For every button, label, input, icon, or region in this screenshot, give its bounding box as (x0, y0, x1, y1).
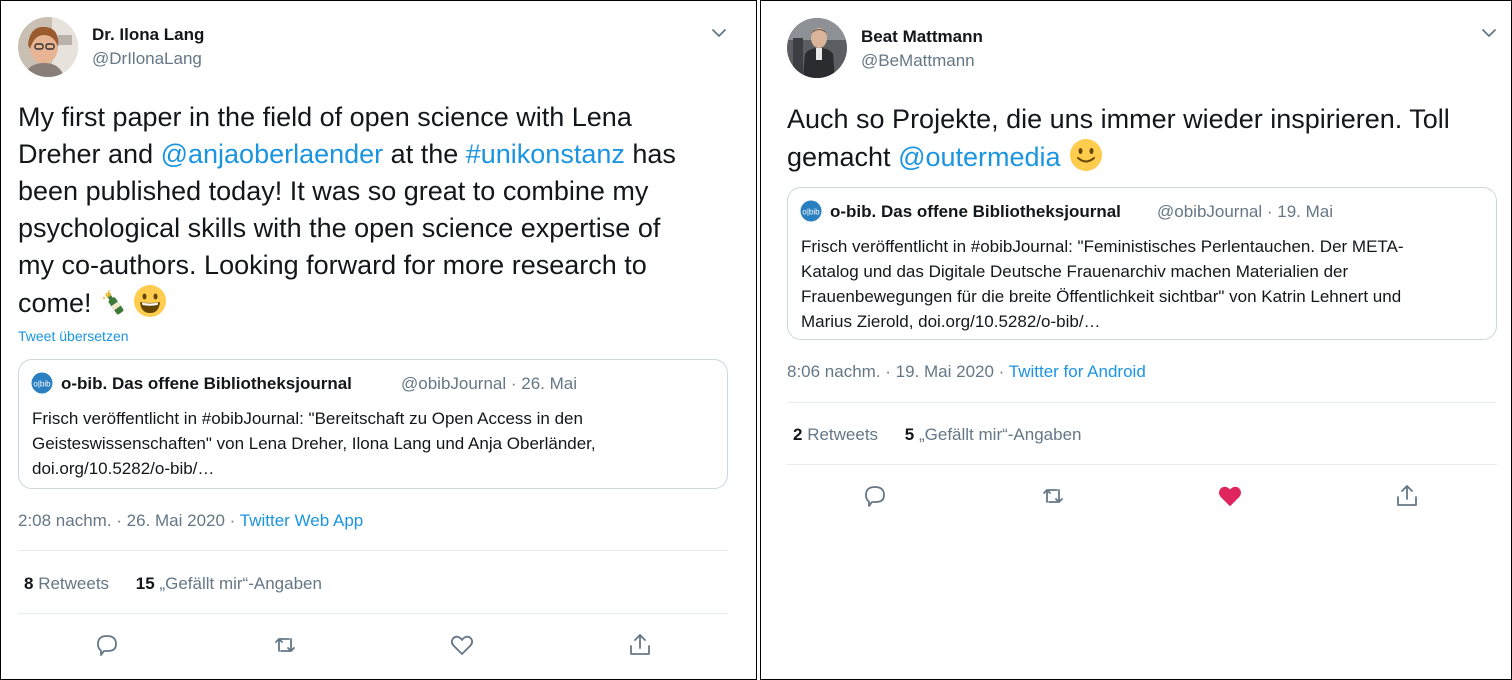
author-name[interactable]: Beat Mattmann (861, 27, 983, 47)
text-fragment: gemacht (787, 142, 899, 172)
timestamp-text[interactable]: 8:06 nachm. · 19. Mai 2020 · (787, 362, 1009, 381)
retweet-icon[interactable] (1039, 482, 1067, 510)
quoted-text-line: Frisch veröffentlicht in #obibJournal: "… (32, 409, 583, 428)
author-handle[interactable]: @DrIlonaLang (92, 49, 202, 69)
chevron-down-icon[interactable] (1478, 22, 1500, 44)
grinning-face-emoji-icon (133, 284, 167, 328)
likes-stat[interactable]: 5 „Gefällt mir“-Angaben (905, 425, 1082, 444)
text-fragment: has (624, 139, 676, 169)
chevron-down-icon[interactable] (708, 22, 730, 44)
quoted-author-meta: @obibJournal · 19. Mai (1157, 202, 1334, 221)
translate-tweet-link[interactable]: Tweet übersetzen (18, 328, 129, 344)
text-fragment: at the (383, 139, 466, 169)
tweet-timestamp: 2:08 nachm. · 26. Mai 2020 · Twitter Web… (18, 511, 363, 531)
engagement-stats: 2 Retweets 5 „Gefällt mir“-Angaben (793, 425, 1082, 445)
quoted-tweet-text: Frisch veröffentlicht in #obibJournal: "… (801, 234, 1491, 334)
reply-icon[interactable] (93, 631, 121, 659)
likes-count: 15 (135, 574, 155, 593)
mention-link[interactable]: @outermedia (898, 142, 1061, 172)
svg-text:o|bib: o|bib (802, 208, 820, 217)
retweets-label: Retweets (802, 425, 879, 444)
retweets-label: Retweets (33, 574, 110, 593)
mention-link[interactable]: @anjaoberlaender (161, 139, 384, 169)
quoted-text-line: Frisch veröffentlicht in #obibJournal: "… (801, 237, 1404, 256)
champagne-emoji-icon (99, 288, 129, 328)
tweet-text-line: gemacht @outermedia (787, 138, 1502, 182)
avatar[interactable] (18, 17, 78, 77)
quoted-tweet-header: o|bib o-bib. Das offene Bibliotheksjourn… (31, 372, 715, 396)
quoted-author-name: o-bib. Das offene Bibliotheksjournal (830, 202, 1121, 221)
avatar[interactable] (787, 18, 847, 78)
tweet-text-line: been published today! It was so great to… (18, 176, 649, 206)
likes-stat[interactable]: 15 „Gefällt mir“-Angaben (136, 574, 322, 593)
retweets-stat[interactable]: 8 Retweets (24, 574, 109, 593)
heart-icon[interactable] (1216, 482, 1244, 510)
retweet-icon[interactable] (271, 631, 299, 659)
tweet-text-line: my co-authors. Looking forward for more … (18, 250, 647, 280)
share-icon[interactable] (626, 631, 654, 659)
likes-label: „Gefällt mir“-Angaben (914, 425, 1082, 444)
divider (787, 464, 1497, 465)
quoted-text-line: Marius Zierold, doi.org/10.5282/o-bib/… (801, 312, 1101, 331)
author-handle[interactable]: @BeMattmann (861, 51, 975, 71)
hashtag-link[interactable]: #unikonstanz (466, 139, 625, 169)
tweet-text-line: Auch so Projekte, die uns immer wieder i… (787, 104, 1450, 134)
obib-logo-icon: o|bib (800, 200, 822, 222)
divider (18, 550, 728, 551)
quoted-text-line: doi.org/10.5282/o-bib/… (32, 459, 215, 478)
timestamp-text[interactable]: 2:08 nachm. · 26. Mai 2020 · (18, 511, 240, 530)
tweet-timestamp: 8:06 nachm. · 19. Mai 2020 · Twitter for… (787, 362, 1146, 382)
quoted-tweet[interactable]: o|bib o-bib. Das offene Bibliotheksjourn… (18, 359, 728, 489)
divider (18, 613, 728, 614)
quoted-author-name: o-bib. Das offene Bibliotheksjournal (61, 374, 352, 393)
engagement-stats: 8 Retweets 15 „Gefällt mir“-Angaben (24, 574, 322, 594)
quoted-tweet[interactable]: o|bib o-bib. Das offene Bibliotheksjourn… (787, 187, 1497, 340)
heart-icon[interactable] (448, 631, 476, 659)
text-fragment: come! (18, 288, 100, 318)
author-name[interactable]: Dr. Ilona Lang (92, 25, 204, 45)
source-app-link[interactable]: Twitter Web App (240, 511, 363, 530)
quoted-text-line: Katalog und das Digitale Deutsche Frauen… (801, 262, 1349, 281)
retweets-stat[interactable]: 2 Retweets (793, 425, 878, 444)
likes-count: 5 (904, 425, 915, 444)
tweet-text-line: psychological skills with the open scien… (18, 213, 661, 243)
svg-text:o|bib: o|bib (33, 380, 51, 389)
quoted-tweet-text: Frisch veröffentlicht in #obibJournal: "… (32, 406, 722, 481)
tweet-text: My first paper in the field of open scie… (18, 99, 738, 328)
smiling-face-emoji-icon (1069, 138, 1103, 182)
tweet-text-line: My first paper in the field of open scie… (18, 102, 632, 132)
tweet-left: Dr. Ilona Lang @DrIlonaLang My first pap… (1, 0, 756, 680)
source-app-link[interactable]: Twitter for Android (1009, 362, 1146, 381)
reply-icon[interactable] (861, 482, 889, 510)
obib-logo-icon: o|bib (31, 372, 53, 394)
quoted-tweet-header: o|bib o-bib. Das offene Bibliotheksjourn… (800, 200, 1484, 224)
divider (787, 402, 1497, 403)
text-fragment: Dreher and (18, 139, 161, 169)
tweet-text-line: Dreher and @anjaoberlaender at the #unik… (18, 136, 738, 173)
quoted-text-line: Frauenbewegungen für die breite Öffentli… (801, 287, 1402, 306)
likes-label: „Gefällt mir“-Angaben (154, 574, 322, 593)
quoted-text-line: Geisteswissenschaften" von Lena Dreher, … (32, 434, 596, 453)
share-icon[interactable] (1393, 482, 1421, 510)
tweet-text: Auch so Projekte, die uns immer wieder i… (787, 101, 1502, 182)
tweet-right: Beat Mattmann @BeMattmann Auch so Projek… (761, 0, 1511, 680)
tweet-text-line: come! (18, 284, 738, 328)
quoted-author-meta: @obibJournal · 26. Mai (401, 374, 578, 393)
